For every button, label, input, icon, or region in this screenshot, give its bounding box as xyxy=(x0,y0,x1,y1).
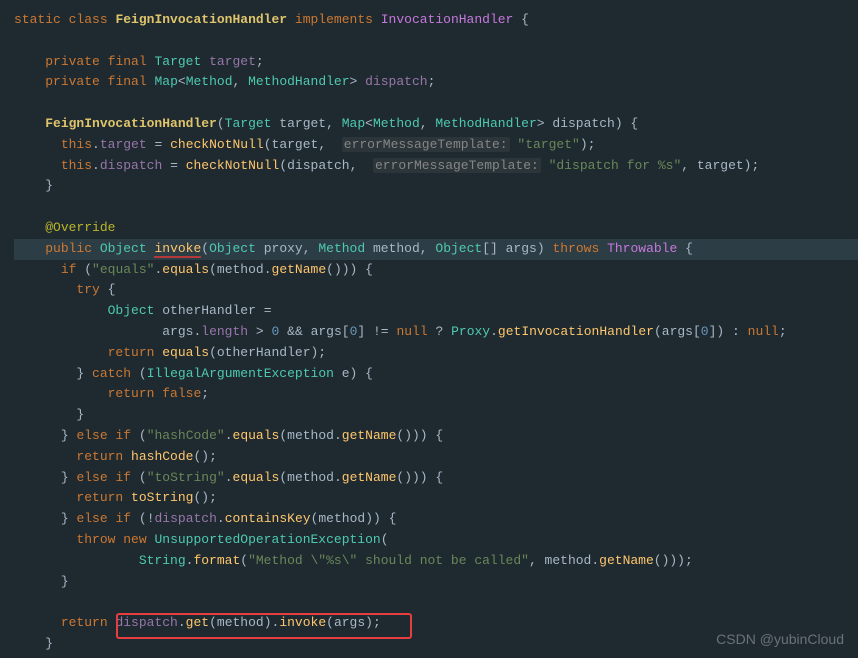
code-line xyxy=(14,31,858,52)
code-line: FeignInvocationHandler(Target target, Ma… xyxy=(14,114,858,135)
code-line: static class FeignInvocationHandler impl… xyxy=(14,10,858,31)
code-line: return toString(); xyxy=(14,488,858,509)
code-line: return equals(otherHandler); xyxy=(14,343,858,364)
code-line xyxy=(14,592,858,613)
code-line: return hashCode(); xyxy=(14,447,858,468)
code-line: } else if (!dispatch.containsKey(method)… xyxy=(14,509,858,530)
code-line: } catch (IllegalArgumentException e) { xyxy=(14,364,858,385)
code-line: } xyxy=(14,176,858,197)
code-line: String.format("Method \"%s\" should not … xyxy=(14,551,858,572)
code-line: } else if ("hashCode".equals(method.getN… xyxy=(14,426,858,447)
code-line xyxy=(14,197,858,218)
code-line: Object otherHandler = xyxy=(14,301,858,322)
code-line: args.length > 0 && args[0] != null ? Pro… xyxy=(14,322,858,343)
code-line: private final Map<Method, MethodHandler>… xyxy=(14,72,858,93)
code-line: if ("equals".equals(method.getName())) { xyxy=(14,260,858,281)
code-line: private final Target target; xyxy=(14,52,858,73)
code-line xyxy=(14,93,858,114)
code-line-highlighted: public Object invoke(Object proxy, Metho… xyxy=(14,239,858,260)
code-line: throw new UnsupportedOperationException( xyxy=(14,530,858,551)
code-line: } xyxy=(14,572,858,593)
code-line: this.target = checkNotNull(target, error… xyxy=(14,135,858,156)
code-line: this.dispatch = checkNotNull(dispatch, e… xyxy=(14,156,858,177)
code-line: @Override xyxy=(14,218,858,239)
watermark: CSDN @yubinCloud xyxy=(716,628,844,650)
code-line: } xyxy=(14,405,858,426)
code-line: try { xyxy=(14,280,858,301)
code-line: } else if ("toString".equals(method.getN… xyxy=(14,468,858,489)
code-editor[interactable]: static class FeignInvocationHandler impl… xyxy=(0,0,858,658)
code-line: return false; xyxy=(14,384,858,405)
